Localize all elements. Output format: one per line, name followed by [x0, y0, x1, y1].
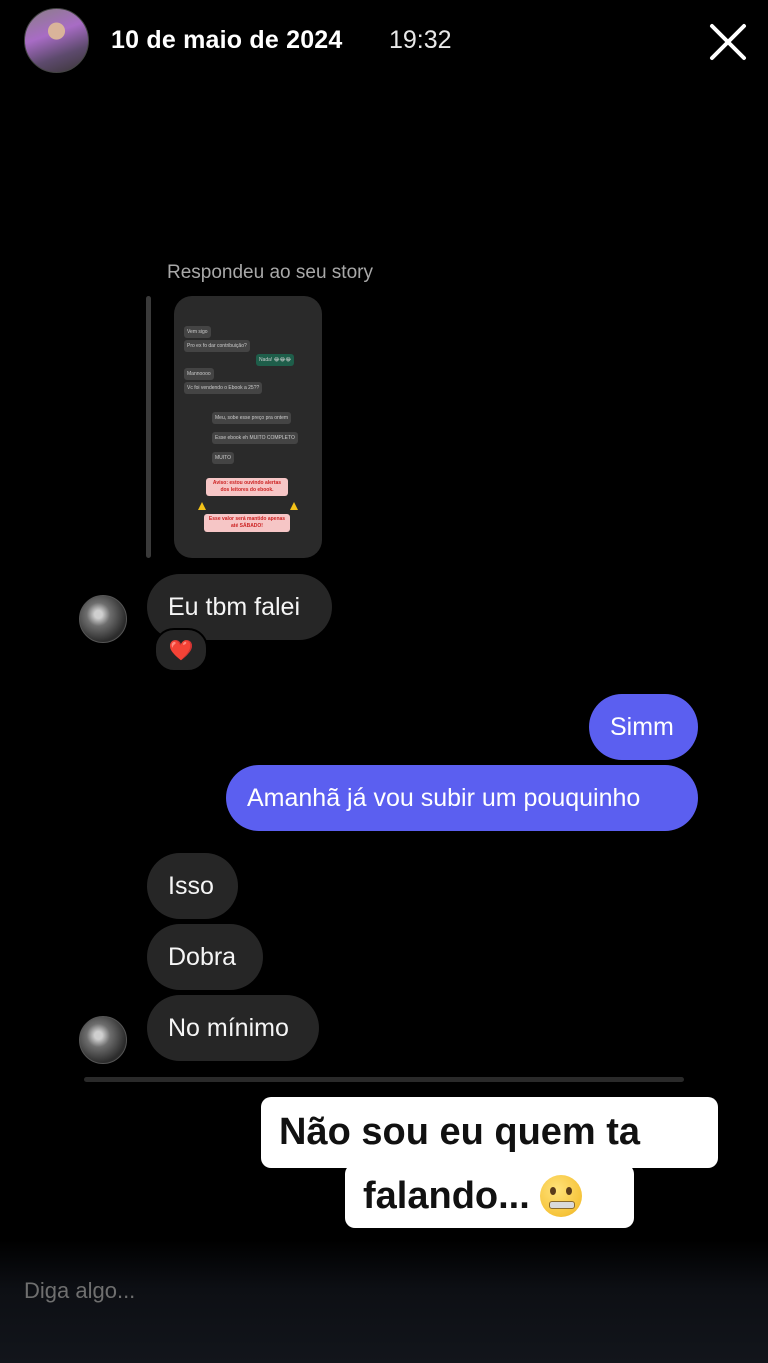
thumb-line: Nada! 😂😂😂 [256, 354, 295, 366]
message-bubble-outgoing[interactable]: Simm [589, 694, 698, 760]
message-text: Eu tbm falei [168, 592, 301, 621]
thumb-line: Vem sigo [184, 326, 211, 338]
sticker-text: falando... [363, 1174, 530, 1217]
message-bubble-incoming[interactable]: Isso [147, 853, 238, 919]
close-button[interactable] [706, 20, 750, 64]
sticker-text: Não sou eu quem ta [279, 1111, 641, 1153]
zipper-mouth-face-icon [539, 1175, 582, 1217]
reply-quote-bar [146, 296, 151, 558]
message-bubble-outgoing[interactable]: Amanhã já vou subir um pouquinho [226, 765, 698, 831]
thumb-line: Aviso: estou ouvindo alertas dos leitore… [206, 478, 288, 496]
thumb-line: Esse ebook eh MUITO COMPLETO [212, 432, 298, 444]
message-text: Simm [610, 712, 674, 741]
sender-avatar[interactable] [79, 1016, 127, 1064]
message-text: Amanhã já vou subir um pouquinho [247, 783, 641, 812]
thumb-line: MUITO [212, 452, 235, 464]
message-text: Isso [168, 871, 214, 900]
story-date: 10 de maio de 2024 [111, 26, 343, 54]
warning-icon [198, 502, 206, 510]
message-bubble-incoming[interactable]: No mínimo [147, 995, 319, 1061]
heart-icon: ❤️ [168, 639, 194, 662]
thumb-line: Pro ex fo dar contribuição? [184, 340, 250, 352]
close-icon [710, 24, 746, 60]
sender-avatar[interactable] [79, 595, 127, 643]
warning-icon [290, 502, 298, 510]
story-time: 19:32 [389, 26, 452, 54]
message-bubble-incoming[interactable]: Dobra [147, 924, 263, 990]
message-text: No mínimo [168, 1013, 289, 1042]
thumb-line: Mannoooo [184, 368, 214, 380]
message-text: Dobra [168, 942, 237, 971]
screenshot-edge-divider [84, 1077, 684, 1082]
thumb-line: Meu, sobe esse preço pra ontem [212, 412, 292, 424]
story-reply-label: Respondeu ao seu story [167, 262, 373, 283]
thumb-line: Vc foi vendendo o Ebook a 25?? [184, 382, 263, 394]
thumb-line: Esse valor será mantido apenas até SÁBAD… [204, 514, 290, 532]
story-thumbnail[interactable]: Vem sigo Pro ex fo dar contribuição? Nad… [174, 296, 322, 558]
story-text-sticker-line1: Não sou eu quem ta [261, 1097, 718, 1168]
story-text-sticker-line2: falando... [345, 1164, 634, 1228]
story-owner-avatar[interactable] [24, 8, 89, 73]
reply-input[interactable] [24, 1276, 724, 1306]
heart-reaction[interactable]: ❤️ [154, 628, 208, 672]
